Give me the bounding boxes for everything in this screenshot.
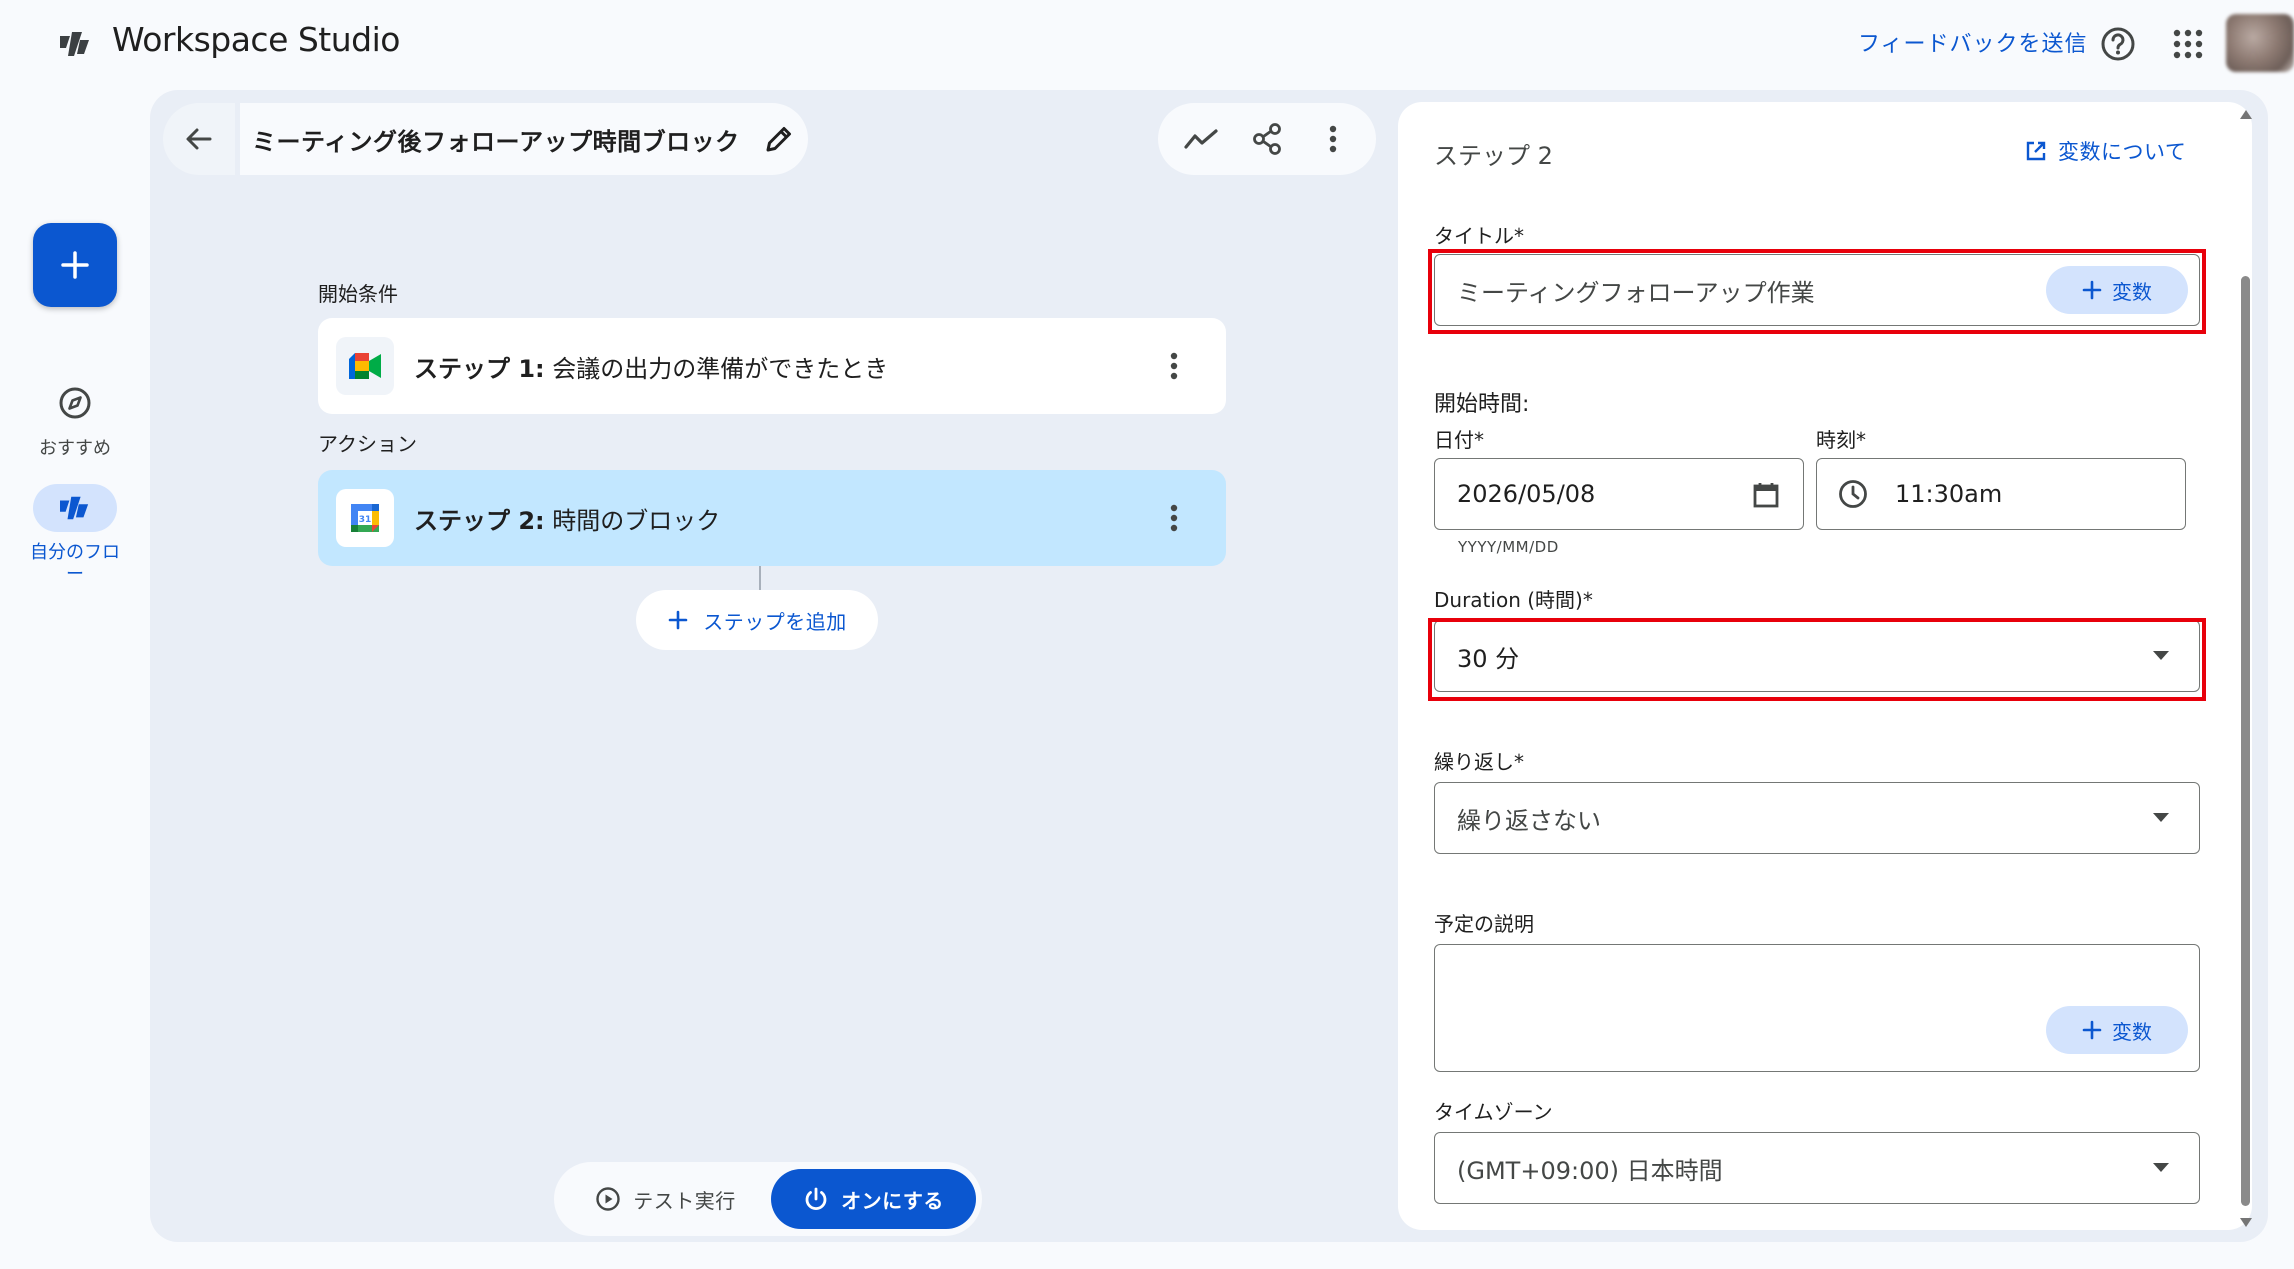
repeat-field-label: 繰り返し*	[1434, 750, 1524, 774]
variable-chip-label: 変数	[2112, 279, 2152, 304]
arrow-back-icon	[186, 128, 212, 150]
test-run-button[interactable]: テスト実行	[560, 1169, 771, 1229]
step-prefix: ステップ 2:	[414, 506, 545, 535]
time-input[interactable]: 11:30am	[1816, 458, 2186, 530]
date-field-label: 日付*	[1434, 428, 1484, 452]
dropdown-arrow-icon	[2153, 1163, 2169, 1172]
timezone-select-value: (GMT+09:00) 日本時間	[1457, 1156, 1723, 1185]
plus-icon	[668, 610, 688, 630]
scrollbar-thumb[interactable]	[2241, 276, 2250, 1206]
explore-icon	[59, 387, 91, 419]
about-variables-label: 変数について	[2058, 140, 2187, 164]
svg-text:31: 31	[359, 515, 372, 525]
workspace-studio-icon	[60, 496, 89, 520]
add-step-label: ステップを追加	[703, 609, 847, 634]
time-field-label: 時刻*	[1816, 428, 1866, 452]
activity-button[interactable]	[1179, 117, 1223, 161]
add-step-button[interactable]: ステップを追加	[636, 590, 878, 650]
create-flow-button[interactable]	[33, 223, 117, 307]
about-variables-link[interactable]: 変数について	[2024, 136, 2186, 166]
step-title: 会議の出力の準備ができたとき	[552, 354, 889, 383]
calendar-icon[interactable]	[1751, 480, 1781, 510]
more-options-button[interactable]	[1311, 117, 1355, 161]
date-input[interactable]: 2026/05/08	[1434, 458, 1804, 530]
plus-icon	[61, 251, 89, 279]
share-button[interactable]	[1245, 117, 1289, 161]
turn-on-label: オンにする	[841, 1188, 944, 1213]
insert-variable-button-title[interactable]: 変数	[2046, 266, 2188, 314]
activity-chart-icon	[1184, 129, 1218, 149]
title-input-value: ミーティングフォローアップ作業	[1457, 278, 1815, 307]
power-icon	[805, 1187, 827, 1211]
timezone-select[interactable]: (GMT+09:00) 日本時間	[1434, 1132, 2200, 1204]
variable-chip-label: 変数	[2112, 1019, 2152, 1044]
description-field-label: 予定の説明	[1434, 912, 1534, 936]
step-app-icon-box: 31	[336, 489, 394, 547]
rail-label-my-flows: 自分のフロー	[30, 542, 120, 585]
help-icon[interactable]	[2098, 24, 2138, 64]
app-title: Workspace Studio	[112, 20, 400, 59]
rail-item-my-flows[interactable]: 自分のフロー	[15, 484, 135, 586]
step-card-action[interactable]: 31 ステップ 2: 時間のブロック	[318, 470, 1226, 566]
repeat-select-value: 繰り返さない	[1457, 806, 1601, 835]
plus-icon	[2082, 280, 2102, 300]
repeat-select[interactable]: 繰り返さない	[1434, 782, 2200, 854]
step-connector-line	[759, 566, 761, 590]
scroll-down-arrow-icon[interactable]	[2240, 1218, 2252, 1227]
rail-label-recommended: おすすめ	[39, 438, 111, 459]
duration-select[interactable]: 30 分	[1434, 620, 2200, 692]
flow-title-bar: ミーティング後フォローアップ時間ブロック	[240, 103, 808, 175]
step-card-trigger[interactable]: ステップ 1: 会議の出力の準備ができたとき	[318, 318, 1226, 414]
insert-variable-button-description[interactable]: 変数	[2046, 1006, 2188, 1054]
workspace-studio-logo-icon	[60, 32, 89, 56]
play-circle-icon	[596, 1187, 620, 1211]
edit-pencil-icon[interactable]	[762, 122, 796, 156]
scroll-up-arrow-icon[interactable]	[2240, 110, 2252, 119]
run-controls: テスト実行 オンにする	[554, 1162, 982, 1236]
dropdown-arrow-icon	[2153, 813, 2169, 822]
step-app-icon-box	[336, 337, 394, 395]
duration-field-label: Duration (時間)*	[1434, 588, 1593, 612]
clock-icon	[1839, 480, 1867, 508]
turn-on-button[interactable]: オンにする	[770, 1169, 976, 1229]
time-input-value: 11:30am	[1895, 480, 2003, 508]
account-avatar[interactable]	[2226, 14, 2294, 72]
title-field-label: タイトル*	[1434, 224, 1524, 248]
rail-item-recommended[interactable]: おすすめ	[15, 382, 135, 460]
step-prefix: ステップ 1:	[414, 354, 545, 383]
top-bar: Workspace Studio フィードバックを送信	[0, 0, 2294, 90]
trigger-section-label: 開始条件	[318, 282, 398, 306]
google-meet-icon	[349, 353, 381, 379]
step-menu-button[interactable]	[1154, 346, 1194, 386]
back-button[interactable]	[163, 103, 235, 175]
google-apps-icon[interactable]	[2172, 28, 2204, 60]
send-feedback-link[interactable]: フィードバックを送信	[1858, 26, 2088, 58]
flow-toolbar	[1158, 103, 1376, 175]
open-in-new-icon	[2026, 141, 2046, 161]
more-vert-icon	[1170, 504, 1178, 532]
start-time-label: 開始時間:	[1434, 392, 1530, 417]
plus-icon	[2082, 1020, 2102, 1040]
test-run-label: テスト実行	[633, 1188, 736, 1213]
date-input-value: 2026/05/08	[1457, 480, 1596, 508]
step-title: 時間のブロック	[552, 506, 721, 535]
duration-select-value: 30 分	[1457, 644, 1520, 673]
timezone-field-label: タイムゾーン	[1434, 1100, 1553, 1124]
flow-title: ミーティング後フォローアップ時間ブロック	[252, 127, 740, 156]
action-section-label: アクション	[318, 432, 417, 456]
date-format-hint: YYYY/MM/DD	[1458, 538, 1559, 556]
google-calendar-icon: 31	[351, 504, 379, 532]
dropdown-arrow-icon	[2153, 651, 2169, 660]
more-vert-icon	[1329, 125, 1337, 153]
step-menu-button[interactable]	[1154, 498, 1194, 538]
panel-step-heading: ステップ 2	[1434, 142, 1553, 170]
share-icon	[1253, 123, 1281, 155]
more-vert-icon	[1170, 352, 1178, 380]
